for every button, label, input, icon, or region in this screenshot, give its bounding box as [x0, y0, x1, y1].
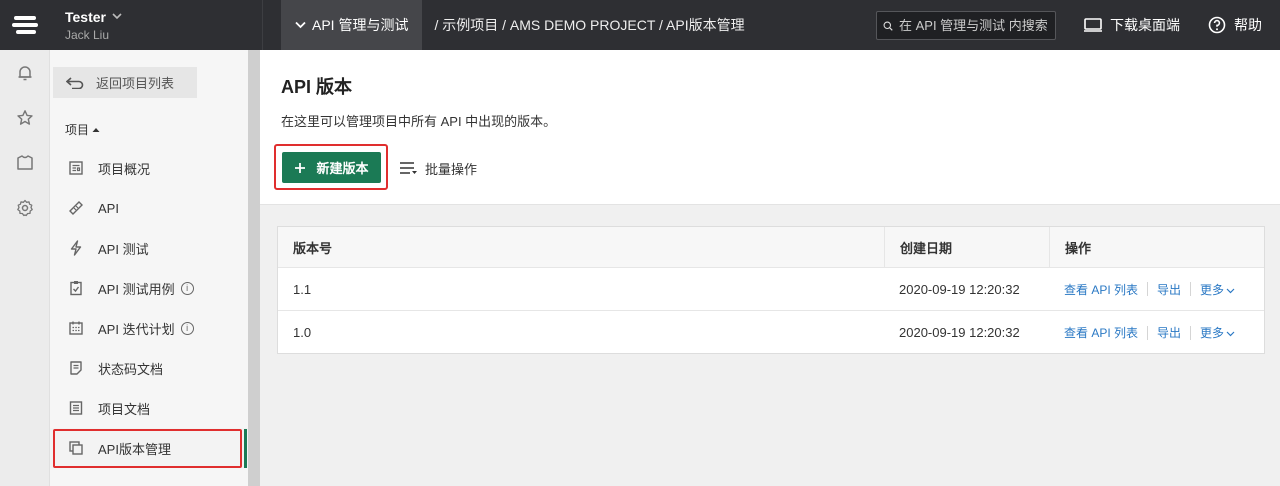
sidebar-item-api-versions[interactable]: API版本管理	[50, 428, 248, 468]
monitor-icon	[1084, 18, 1102, 32]
active-item-indicator	[244, 429, 247, 468]
separator	[1147, 325, 1149, 340]
cell-created-date: 2020-09-19 12:20:32	[899, 281, 1020, 297]
table-row[interactable]: 1.0 2020-09-19 12:20:32 查看 API 列表 导出 更多	[278, 311, 1264, 354]
sidebar-item-label: API	[98, 200, 119, 216]
versions-icon	[69, 441, 83, 455]
section-toggle-project[interactable]: 项目	[65, 121, 100, 138]
rail-workspace[interactable]	[0, 140, 50, 185]
help-icon	[1208, 16, 1226, 34]
overview-icon	[69, 161, 83, 175]
sidebar-item-label: 状态码文档	[98, 361, 164, 377]
gear-icon	[17, 199, 33, 216]
back-to-projects-button[interactable]: 返回项目列表	[53, 67, 197, 98]
more-label: 更多	[1200, 326, 1225, 340]
bulk-actions-label: 批量操作	[425, 161, 478, 177]
view-api-list-link[interactable]: 查看 API 列表	[1064, 281, 1138, 298]
bulk-list-icon	[400, 162, 417, 174]
breadcrumb: / 示例项目 / AMS DEMO PROJECT / API版本管理	[434, 15, 744, 35]
clipboard-check-icon	[70, 281, 82, 296]
sidebar-item-label: API版本管理	[98, 441, 171, 457]
chevron-down-icon	[1226, 331, 1235, 337]
sidebar-item-status-codes[interactable]: 状态码文档	[50, 348, 248, 388]
new-version-label: 新建版本	[316, 161, 369, 176]
sidebar-item-overview[interactable]: 项目概况	[50, 148, 248, 188]
more-dropdown[interactable]: 更多	[1200, 281, 1235, 298]
chevron-down-icon	[112, 13, 122, 20]
more-dropdown[interactable]: 更多	[1200, 324, 1235, 341]
header-actions: 操作	[1049, 227, 1264, 267]
search-input[interactable]	[899, 18, 1049, 33]
user-name: Tester	[65, 8, 106, 25]
return-arrow-icon	[66, 76, 84, 89]
versions-table: 版本号 创建日期 操作 1.1 2020-09-19 12:20:32 查看 A…	[277, 226, 1265, 354]
separator	[1190, 282, 1192, 296]
shirt-icon	[17, 154, 33, 170]
sidebar-item-api-test[interactable]: API 测试	[50, 228, 248, 268]
sidebar-item-api-test-cases[interactable]: API 测试用例 i	[50, 268, 248, 308]
new-version-button[interactable]: 新建版本	[282, 152, 381, 183]
more-label: 更多	[1200, 282, 1225, 297]
search-box[interactable]	[876, 11, 1056, 40]
bell-icon	[18, 65, 32, 80]
separator	[1147, 282, 1149, 296]
back-label: 返回项目列表	[96, 76, 175, 91]
separator	[1190, 325, 1192, 340]
cell-version: 1.0	[293, 325, 312, 340]
module-label: API 管理与测试	[312, 17, 409, 33]
info-icon[interactable]: i	[180, 321, 194, 335]
doc-icon	[70, 361, 82, 375]
sidebar-item-api-iteration-plan[interactable]: API 迭代计划 i	[50, 308, 248, 348]
plus-icon	[295, 162, 306, 173]
info-icon[interactable]: i	[180, 281, 194, 295]
export-link[interactable]: 导出	[1157, 281, 1181, 298]
search-icon	[883, 21, 893, 31]
icon-rail	[0, 50, 50, 486]
breadcrumb-text[interactable]: / 示例项目 / AMS DEMO PROJECT / API版本管理	[434, 15, 744, 35]
header-created-date[interactable]: 创建日期	[884, 227, 1049, 267]
export-link[interactable]: 导出	[1157, 324, 1181, 341]
sidebar-scrollbar[interactable]	[248, 50, 260, 486]
sidebar-item-label: API 测试	[98, 241, 149, 257]
header-version[interactable]: 版本号	[278, 227, 884, 267]
logo-icon	[12, 16, 38, 34]
sidebar-item-label: 项目概况	[98, 161, 151, 177]
divider	[262, 0, 281, 50]
cell-version: 1.1	[293, 281, 312, 297]
module-switcher[interactable]: API 管理与测试	[281, 0, 423, 50]
lightning-icon	[70, 240, 82, 256]
sidebar-item-label: API 测试用例	[98, 281, 175, 297]
page-title: API 版本	[281, 77, 353, 97]
rail-settings[interactable]	[0, 185, 50, 230]
view-api-list-link[interactable]: 查看 API 列表	[1064, 324, 1138, 341]
bulk-actions-button[interactable]: 批量操作	[400, 156, 477, 180]
chevron-down-icon	[295, 21, 306, 29]
cell-actions: 查看 API 列表 导出 更多	[1049, 268, 1264, 310]
sidebar-item-label: API 迭代计划	[98, 321, 175, 337]
list-doc-icon	[69, 401, 83, 415]
star-icon	[17, 109, 33, 125]
section-label: 项目	[65, 123, 90, 137]
app-logo[interactable]	[0, 0, 50, 50]
table-header: 版本号 创建日期 操作	[278, 227, 1264, 268]
cell-created-date: 2020-09-19 12:20:32	[899, 325, 1020, 340]
sidebar-item-api[interactable]: API	[50, 188, 248, 228]
sidebar-item-label: 项目文档	[98, 401, 151, 417]
sidebar-item-project-docs[interactable]: 项目文档	[50, 388, 248, 428]
cell-actions: 查看 API 列表 导出 更多	[1049, 311, 1264, 354]
rail-favorites[interactable]	[0, 95, 50, 140]
table-row[interactable]: 1.1 2020-09-19 12:20:32 查看 API 列表 导出 更多	[278, 268, 1264, 311]
chevron-down-icon	[1226, 288, 1235, 293]
calendar-icon	[69, 321, 83, 335]
help-button[interactable]: 帮助	[1208, 0, 1262, 50]
rail-notifications[interactable]	[0, 50, 50, 95]
download-desktop-button[interactable]: 下载桌面端	[1084, 0, 1180, 50]
download-label: 下载桌面端	[1110, 17, 1180, 33]
page-description: 在这里可以管理项目中所有 API 中出现的版本。	[281, 114, 557, 129]
api-icon	[69, 201, 83, 215]
user-switcher[interactable]: Tester Jack Liu	[50, 9, 262, 42]
user-subtitle: Jack Liu	[65, 27, 110, 42]
caret-up-icon	[92, 127, 100, 132]
help-label: 帮助	[1234, 17, 1262, 33]
